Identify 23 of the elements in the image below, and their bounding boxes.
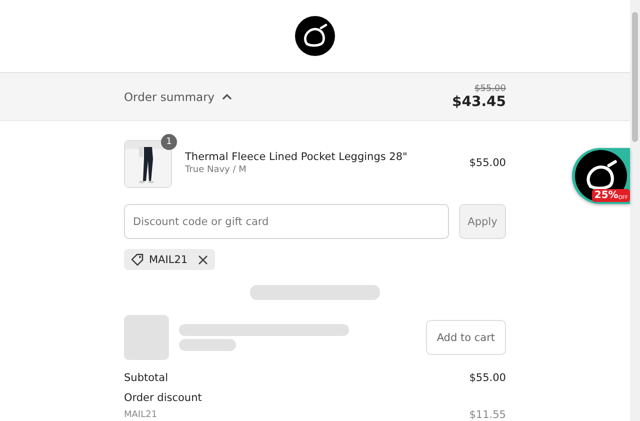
summary-bar[interactable]: Order summary $55.00 $43.45 bbox=[0, 73, 630, 121]
loading-placeholder bbox=[124, 315, 169, 360]
total-label: Subtotal bbox=[124, 372, 168, 384]
total-label: Order discount bbox=[124, 392, 202, 404]
product-price: $55.00 bbox=[469, 157, 506, 169]
scrollbar[interactable] bbox=[630, 0, 640, 421]
tag-icon bbox=[131, 253, 144, 266]
product-variant: True Navy / M bbox=[185, 165, 248, 175]
apply-button[interactable]: Apply bbox=[459, 204, 506, 239]
summary-toggle[interactable]: Order summary bbox=[124, 90, 215, 104]
total-price: $43.45 bbox=[452, 94, 506, 110]
add-to-cart-button[interactable]: Add to cart bbox=[426, 320, 506, 355]
loading-placeholder bbox=[179, 339, 236, 351]
quantity-badge: 1 bbox=[161, 134, 177, 150]
discount-value: $11.55 bbox=[469, 409, 506, 421]
discount-code: MAIL21 bbox=[149, 254, 188, 266]
discount-field[interactable]: Discount code or gift card bbox=[124, 204, 449, 239]
original-price: $55.00 bbox=[474, 84, 506, 94]
product-name: Thermal Fleece Lined Pocket Leggings 28" bbox=[185, 151, 408, 163]
logo-icon[interactable] bbox=[295, 16, 335, 56]
total-value: $55.00 bbox=[469, 372, 506, 384]
close-icon[interactable] bbox=[198, 254, 208, 264]
discount-code: MAIL21 bbox=[124, 410, 158, 420]
